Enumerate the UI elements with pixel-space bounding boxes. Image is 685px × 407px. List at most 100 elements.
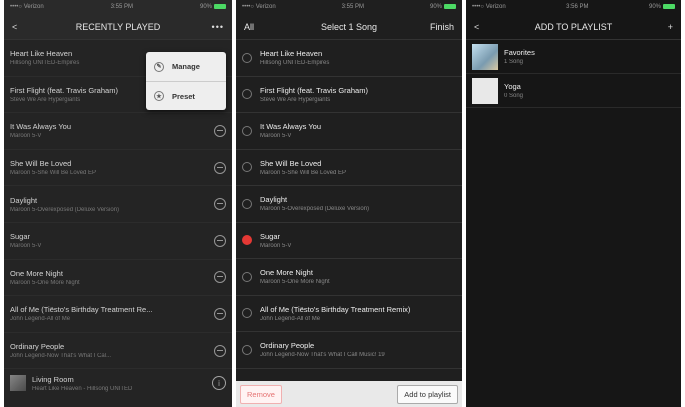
menu-item-manage[interactable]: ✎ Manage [146, 52, 226, 81]
playlist-row[interactable]: Yoga 0 Song [466, 74, 681, 108]
back-icon[interactable]: < [474, 20, 479, 34]
song-row[interactable]: Sugar Maroon 5-V [4, 223, 232, 260]
back-icon[interactable]: < [12, 20, 17, 34]
song-title: Sugar [260, 231, 281, 241]
song-subtitle: Maroon 5-One More Night [10, 279, 80, 286]
song-subtitle: Hillsong UNITED-Empires [260, 60, 330, 67]
info-icon[interactable]: i [212, 376, 226, 391]
preset-icon: ★ [154, 91, 164, 101]
selectable-song-row[interactable]: Heart Like Heaven Hillsong UNITED-Empires [236, 40, 462, 77]
song-title: She Will Be Loved [10, 159, 72, 169]
select-radio-icon[interactable] [242, 344, 252, 355]
page-title: RECENTLY PLAYED [75, 21, 161, 32]
time-label: 3:55 PM [110, 4, 134, 10]
song-title: Heart Like Heaven [260, 49, 323, 59]
playlist-count: 1 Song [504, 59, 524, 65]
playlist-row[interactable]: Favorites 1 Song [466, 40, 681, 74]
song-title: Sugar [10, 232, 31, 242]
time-label: 3:55 PM [341, 4, 365, 10]
nav-bar: < ADD TO PLAYLIST + [466, 14, 681, 40]
add-playlist-icon[interactable]: + [668, 22, 673, 32]
now-playing-bar[interactable]: Living Room Heart Like Heaven - Hillsong… [4, 369, 232, 397]
page-title: ADD TO PLAYLIST [534, 21, 613, 32]
select-radio-icon[interactable] [242, 89, 252, 100]
battery-indicator: 90% [200, 3, 226, 10]
select-radio-icon[interactable] [242, 271, 252, 282]
select-radio-icon[interactable] [242, 52, 252, 63]
selectable-song-row[interactable]: Ordinary People John Legend-Now That's Wh… [236, 332, 462, 369]
song-subtitle: John Legend-All of Me [260, 315, 321, 322]
playlist-list: Favorites 1 Song Yoga 0 Song [466, 40, 681, 108]
action-bar: Remove Add to playlist [236, 381, 462, 407]
more-options-icon[interactable]: ••• [212, 22, 224, 32]
song-row[interactable]: She Will Be Loved Maroon 5-She Will Be Lo… [4, 150, 232, 187]
nav-bar: < RECENTLY PLAYED ••• [4, 14, 232, 40]
selectable-song-row[interactable]: All of Me (Tiësto's Birthday Treatment R… [236, 296, 462, 332]
song-subtitle: Maroon 5-V [10, 243, 42, 250]
menu-item-preset[interactable]: ★ Preset [146, 81, 226, 110]
finish-button[interactable]: Finish [430, 22, 454, 32]
options-menu: ✎ Manage ★ Preset [146, 52, 226, 110]
menu-item-label: Preset [172, 91, 195, 101]
time-label: 3:56 PM [566, 4, 589, 10]
song-subtitle: Maroon 5-V [10, 133, 42, 140]
playlist-count: 0 Song [504, 93, 524, 99]
page-title: Select 1 Song [320, 21, 378, 32]
selectable-song-row[interactable]: First Flight (feat. Travis Graham) Steve … [236, 77, 462, 113]
song-options-icon[interactable] [214, 307, 226, 320]
select-song-screen: ••••○ Verizon 3:55 PM 90% All Select 1 S… [236, 0, 462, 407]
selectable-song-row[interactable]: Sugar Maroon 5-V [236, 223, 462, 259]
add-to-playlist-button[interactable]: Add to playlist [397, 384, 458, 404]
selectable-song-row[interactable]: She Will Be Loved Maroon 5-She Will Be Lo… [236, 150, 462, 186]
battery-indicator: 90% [649, 3, 675, 10]
selectable-song-list: Heart Like Heaven Hillsong UNITED-Empires… [236, 40, 462, 369]
song-title: All of Me (Tiësto's Birthday Treatment R… [10, 305, 153, 315]
playlist-artwork [472, 43, 498, 70]
selectable-song-row[interactable]: Daylight Maroon 5-Overexposed (Deluxe Ver… [236, 186, 462, 223]
song-options-icon[interactable] [214, 344, 226, 357]
remove-button[interactable]: Remove [240, 384, 282, 404]
select-radio-icon[interactable] [242, 308, 252, 319]
song-options-icon[interactable] [214, 234, 226, 247]
carrier-label: ••••○ Verizon [472, 4, 506, 10]
song-title: Ordinary People [10, 342, 65, 352]
song-subtitle: Maroon 5-One More Night [260, 279, 330, 286]
playlist-artwork [472, 77, 498, 104]
song-subtitle: Maroon 5-V [260, 242, 292, 249]
select-radio-icon[interactable] [242, 198, 252, 209]
select-radio-icon[interactable] [242, 235, 252, 246]
song-options-icon[interactable] [214, 271, 226, 284]
selectable-song-row[interactable]: One More Night Maroon 5-One More Night [236, 259, 462, 296]
song-row[interactable]: One More Night Maroon 5-One More Night [4, 260, 232, 297]
song-row[interactable]: All of Me (Tiësto's Birthday Treatment R… [4, 296, 232, 333]
menu-item-label: Manage [172, 62, 200, 71]
song-subtitle: Steve We Are Hypergiants [260, 96, 331, 103]
song-row[interactable]: It Was Always You Maroon 5-V [4, 113, 232, 150]
song-title: Ordinary People [260, 341, 315, 351]
song-options-icon[interactable] [214, 124, 226, 137]
battery-icon [214, 3, 226, 9]
song-title: It Was Always You [260, 122, 322, 132]
song-row[interactable]: Daylight Maroon 5-Overexposed (Deluxe Ver… [4, 186, 232, 223]
song-title: She Will Be Loved [260, 158, 322, 168]
song-subtitle: Maroon 5-V [260, 133, 292, 140]
song-options-icon[interactable] [214, 198, 226, 211]
song-subtitle: Maroon 5-Overexposed (Deluxe Version) [10, 206, 120, 213]
song-title: One More Night [260, 268, 313, 278]
song-title: First Flight (feat. Travis Graham) [260, 85, 368, 95]
song-row[interactable]: Ordinary People John Legend-Now That's Wh… [4, 333, 232, 370]
select-all-button[interactable]: All [244, 22, 254, 32]
status-bar: ••••○ Verizon 3:55 PM 90% [236, 0, 462, 14]
add-to-playlist-screen: ••••○ Verizon 3:56 PM 90% < ADD TO PLAYL… [466, 0, 681, 407]
now-playing-title: Living Room [32, 374, 74, 384]
battery-icon [444, 3, 456, 9]
select-radio-icon[interactable] [242, 125, 252, 136]
song-title: One More Night [10, 268, 63, 278]
recently-played-screen: ••••○ Verizon 3:55 PM 90% < RECENTLY PLA… [4, 0, 232, 407]
playlist-name: Favorites [504, 48, 535, 57]
song-options-icon[interactable] [214, 161, 226, 174]
manage-icon: ✎ [154, 61, 164, 72]
select-radio-icon[interactable] [242, 162, 252, 173]
selectable-song-row[interactable]: It Was Always You Maroon 5-V [236, 113, 462, 150]
song-title: It Was Always You [10, 122, 72, 132]
